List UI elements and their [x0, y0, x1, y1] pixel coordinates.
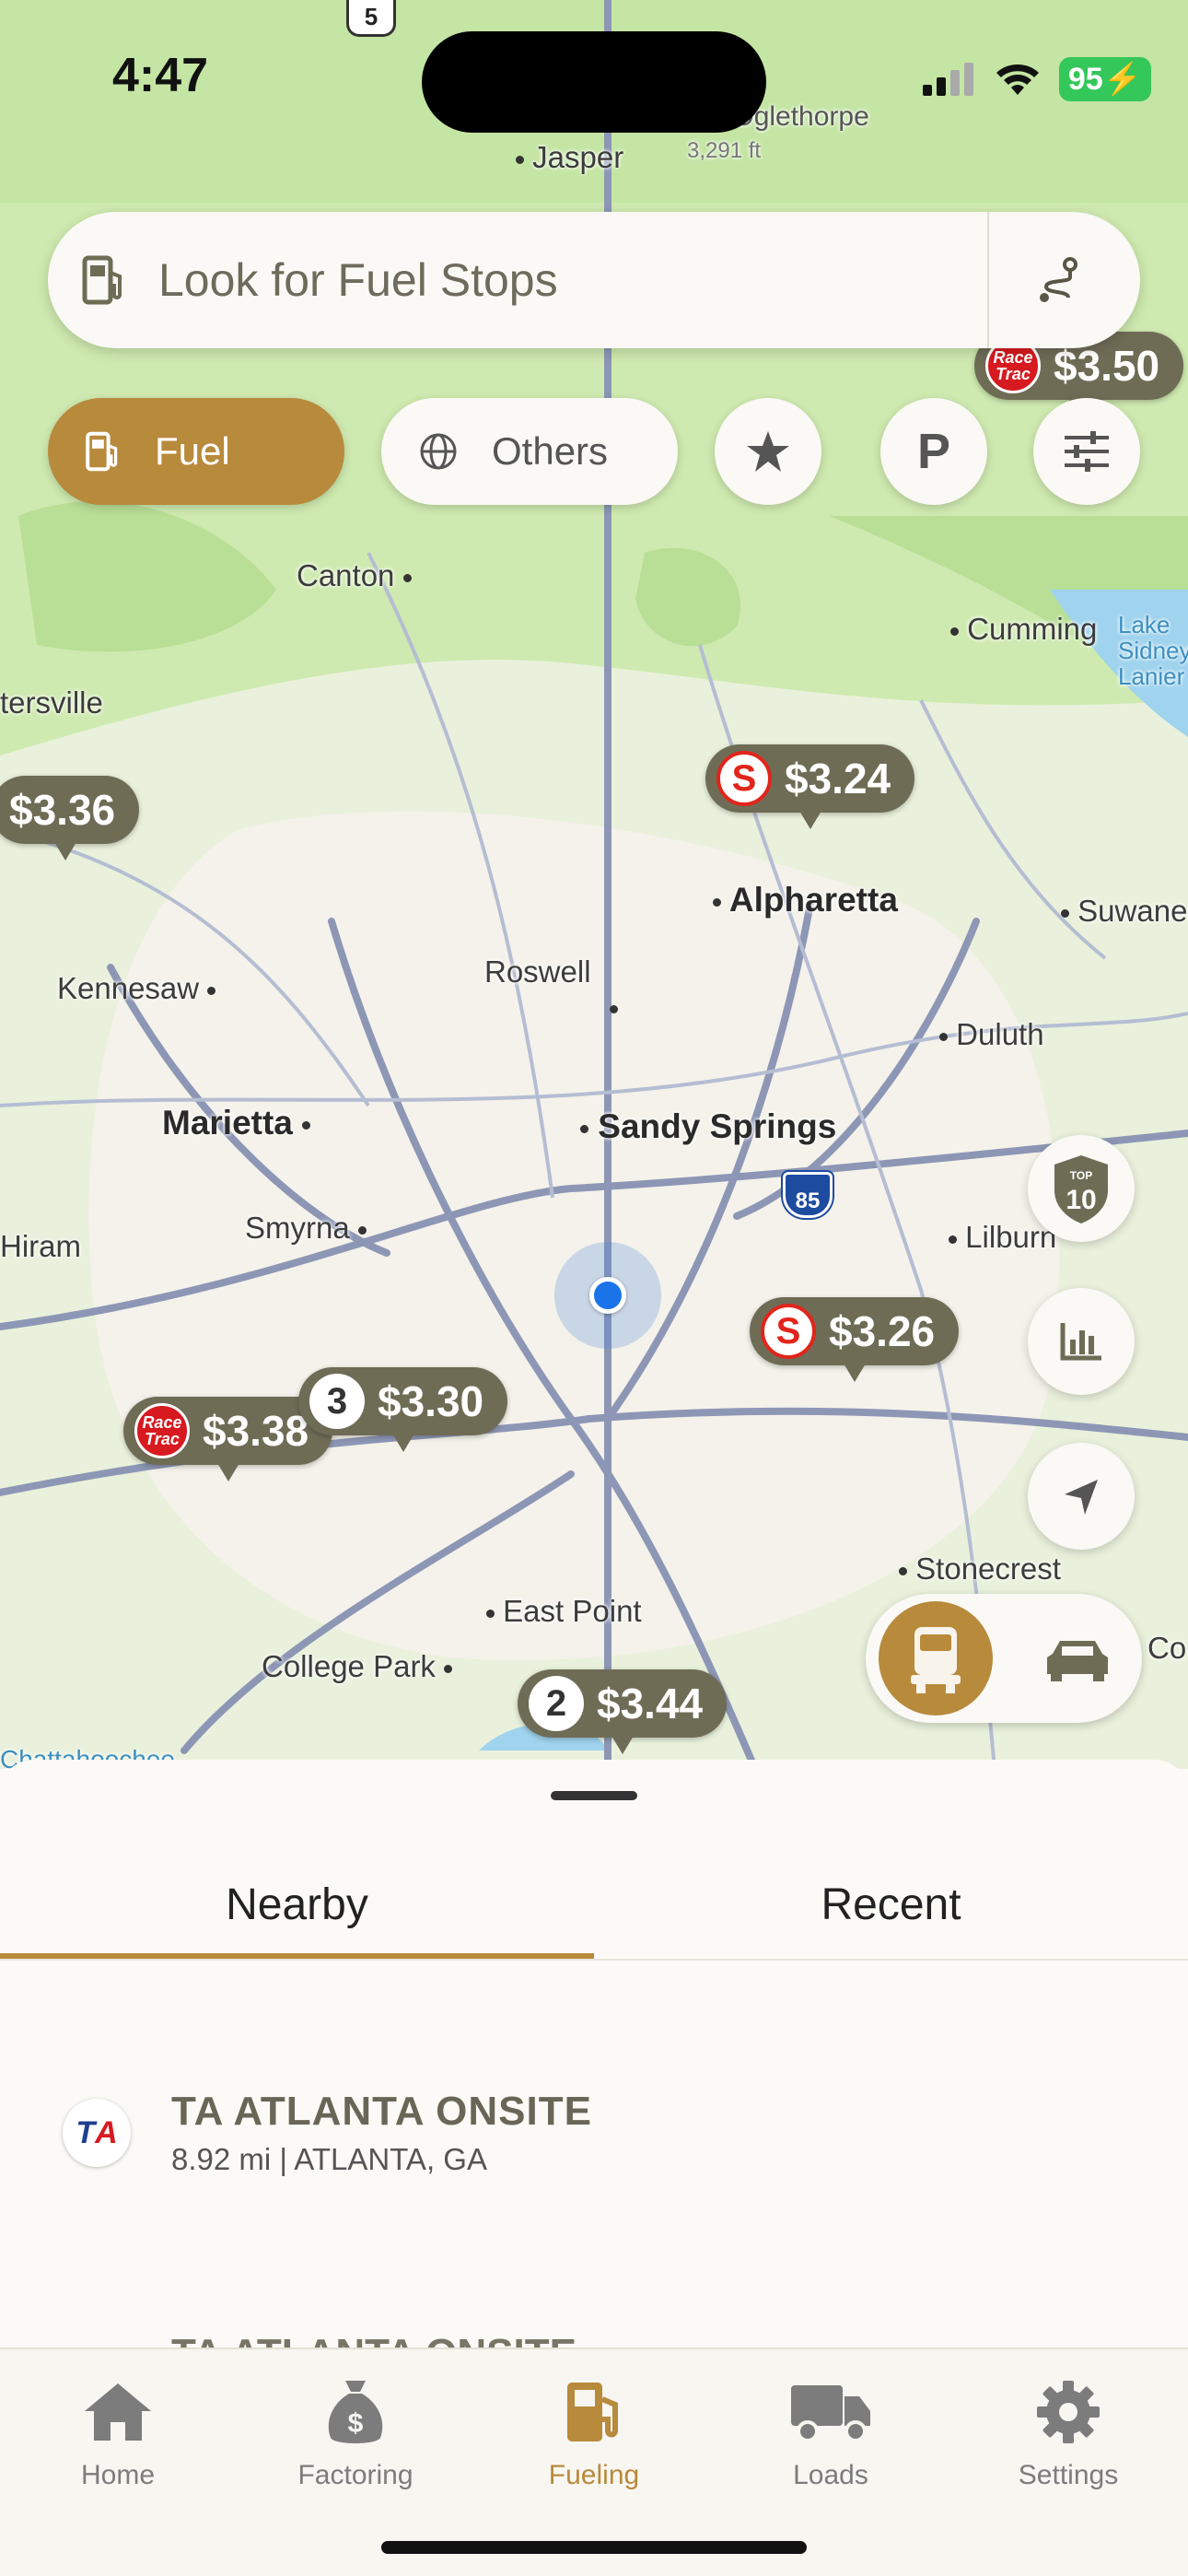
racetrac-logo-icon: Race Trac	[134, 1403, 190, 1458]
tab-nearby[interactable]: Nearby	[0, 1843, 594, 1959]
price-pin-cluster[interactable]: 2 $3.44	[518, 1669, 728, 1754]
tab-loads[interactable]: Loads	[729, 2373, 932, 2491]
interstate-shield: 85	[783, 1172, 833, 1218]
cluster-count-badge: 2	[529, 1676, 584, 1731]
gear-icon	[967, 2373, 1170, 2451]
price-pin-label: $3.36	[9, 786, 116, 834]
city-hiram: Hiram	[0, 1229, 81, 1263]
lake-label: Lake Sidney Lanier	[1118, 611, 1188, 690]
status-time: 4:47	[112, 49, 209, 102]
price-pin-label: $3.38	[203, 1407, 309, 1455]
city-sandy-springs: Sandy Springs	[580, 1107, 836, 1146]
station-name: TA ATLANTA ONSITE	[171, 2089, 592, 2134]
city-kennesaw: Kennesaw	[57, 971, 216, 1006]
price-pin-label: $3.44	[597, 1680, 704, 1727]
speedway-logo-icon: S	[761, 1304, 816, 1359]
tab-factoring[interactable]: $ Factoring	[254, 2373, 457, 2491]
ta-logo-icon: TA	[63, 2099, 131, 2167]
tab-recent[interactable]: Recent	[594, 1843, 1188, 1959]
price-pin-label: $3.24	[785, 755, 891, 802]
globe-icon	[420, 433, 457, 470]
list-item[interactable]: TA TA ATLANTA ONSITE 8.92 mi | ATLANTA, …	[0, 2064, 1188, 2202]
results-tabs: Nearby Recent	[0, 1843, 1188, 1961]
route-icon	[1040, 257, 1077, 302]
price-pin-label: $3.30	[378, 1377, 484, 1425]
city-suwanee: Suwane	[1061, 894, 1187, 929]
city-roswell: Roswell	[484, 954, 618, 1025]
navigation-arrow-icon	[1065, 1480, 1098, 1515]
others-filter-label: Others	[492, 429, 609, 473]
price-chart-button[interactable]	[1028, 1288, 1135, 1395]
parking-icon: P	[916, 424, 951, 479]
top10-shield-icon: TOP 10	[1054, 1155, 1108, 1224]
home-indicator	[381, 2541, 807, 2554]
tab-settings[interactable]: Settings	[967, 2373, 1170, 2491]
city-college-park: College Park	[262, 1649, 453, 1684]
route-shield: 5	[346, 0, 396, 37]
route-shield-label: 5	[364, 3, 379, 30]
fuel-pump-icon	[493, 2373, 695, 2451]
parking-filter-button[interactable]: P	[880, 398, 987, 505]
home-icon	[17, 2373, 219, 2451]
svg-text:TOP: TOP	[1070, 1169, 1092, 1182]
svg-text:10: 10	[1066, 1185, 1096, 1215]
top10-button[interactable]: TOP 10	[1028, 1135, 1135, 1242]
city-east-point: East Point	[486, 1594, 642, 1629]
search-input[interactable]	[158, 253, 987, 307]
city-partial-co: Co	[1147, 1631, 1187, 1665]
battery-indicator: 95⚡	[1058, 57, 1151, 101]
city-jasper: Jasper	[516, 140, 623, 175]
favorites-filter-button[interactable]	[715, 398, 821, 505]
sliders-icon	[1065, 431, 1109, 472]
cluster-count-badge: 3	[309, 1374, 365, 1429]
price-pin-label: $3.26	[829, 1307, 936, 1355]
vehicle-mode-toggle[interactable]	[866, 1594, 1142, 1723]
current-location-dot	[589, 1277, 626, 1314]
cellular-signal-icon	[922, 63, 973, 96]
route-planner-button[interactable]	[989, 212, 1127, 348]
fuel-stop-search-bar[interactable]	[48, 212, 1140, 348]
results-bottom-sheet[interactable]: Nearby Recent TA TA ATLANTA ONSITE 8.92 …	[0, 1760, 1188, 2359]
money-bag-icon: $	[254, 2373, 457, 2451]
fuel-filter-label: Fuel	[155, 429, 230, 473]
city-alpharetta: Alpharetta	[713, 881, 898, 919]
fuel-pump-icon	[86, 431, 118, 472]
elevation-label: 3,291 ft	[687, 138, 762, 163]
fuel-pump-icon	[77, 253, 131, 307]
speedway-logo-icon: S	[716, 751, 772, 806]
city-lilburn: Lilburn	[949, 1220, 1056, 1255]
semi-truck-icon	[911, 1627, 961, 1693]
city-marietta: Marietta	[162, 1104, 311, 1142]
city-smyrna: Smyrna	[245, 1211, 367, 1246]
svg-text:$: $	[348, 2408, 364, 2439]
car-mode-option[interactable]	[1020, 1601, 1135, 1715]
interstate-shield-label: 85	[795, 1188, 821, 1213]
car-icon	[1047, 1641, 1108, 1681]
station-detail: 8.92 mi | ATLANTA, GA	[171, 2142, 487, 2176]
city-cartersville: tersville	[0, 685, 103, 720]
price-pin[interactable]: S $3.24	[705, 744, 915, 829]
star-icon	[747, 431, 789, 472]
sheet-grabber-handle[interactable]	[551, 1791, 637, 1800]
city-stonecrest: Stonecrest	[899, 1551, 1061, 1587]
truck-icon	[729, 2373, 932, 2451]
price-pin-cluster[interactable]: 3 $3.30	[298, 1367, 508, 1452]
wifi-icon	[996, 64, 1039, 95]
price-pin[interactable]: S $3.26	[750, 1297, 960, 1382]
city-duluth: Duluth	[939, 1017, 1044, 1052]
tab-home[interactable]: Home	[17, 2373, 219, 2491]
status-icons: 95⚡	[921, 57, 1151, 101]
dynamic-island	[422, 31, 766, 133]
truck-mode-option[interactable]	[879, 1601, 993, 1715]
price-pin-label: $3.50	[1054, 342, 1160, 390]
settings-filter-button[interactable]	[1033, 398, 1140, 505]
city-canton: Canton	[297, 558, 412, 593]
price-pin[interactable]: $3.36	[0, 776, 140, 861]
bar-chart-icon	[1060, 1323, 1101, 1361]
city-cumming: Cumming	[950, 612, 1097, 647]
others-filter-chip[interactable]: Others	[381, 398, 678, 505]
tab-fueling[interactable]: Fueling	[493, 2373, 695, 2491]
recenter-button[interactable]	[1028, 1443, 1135, 1550]
fuel-filter-chip[interactable]: Fuel	[48, 398, 344, 505]
